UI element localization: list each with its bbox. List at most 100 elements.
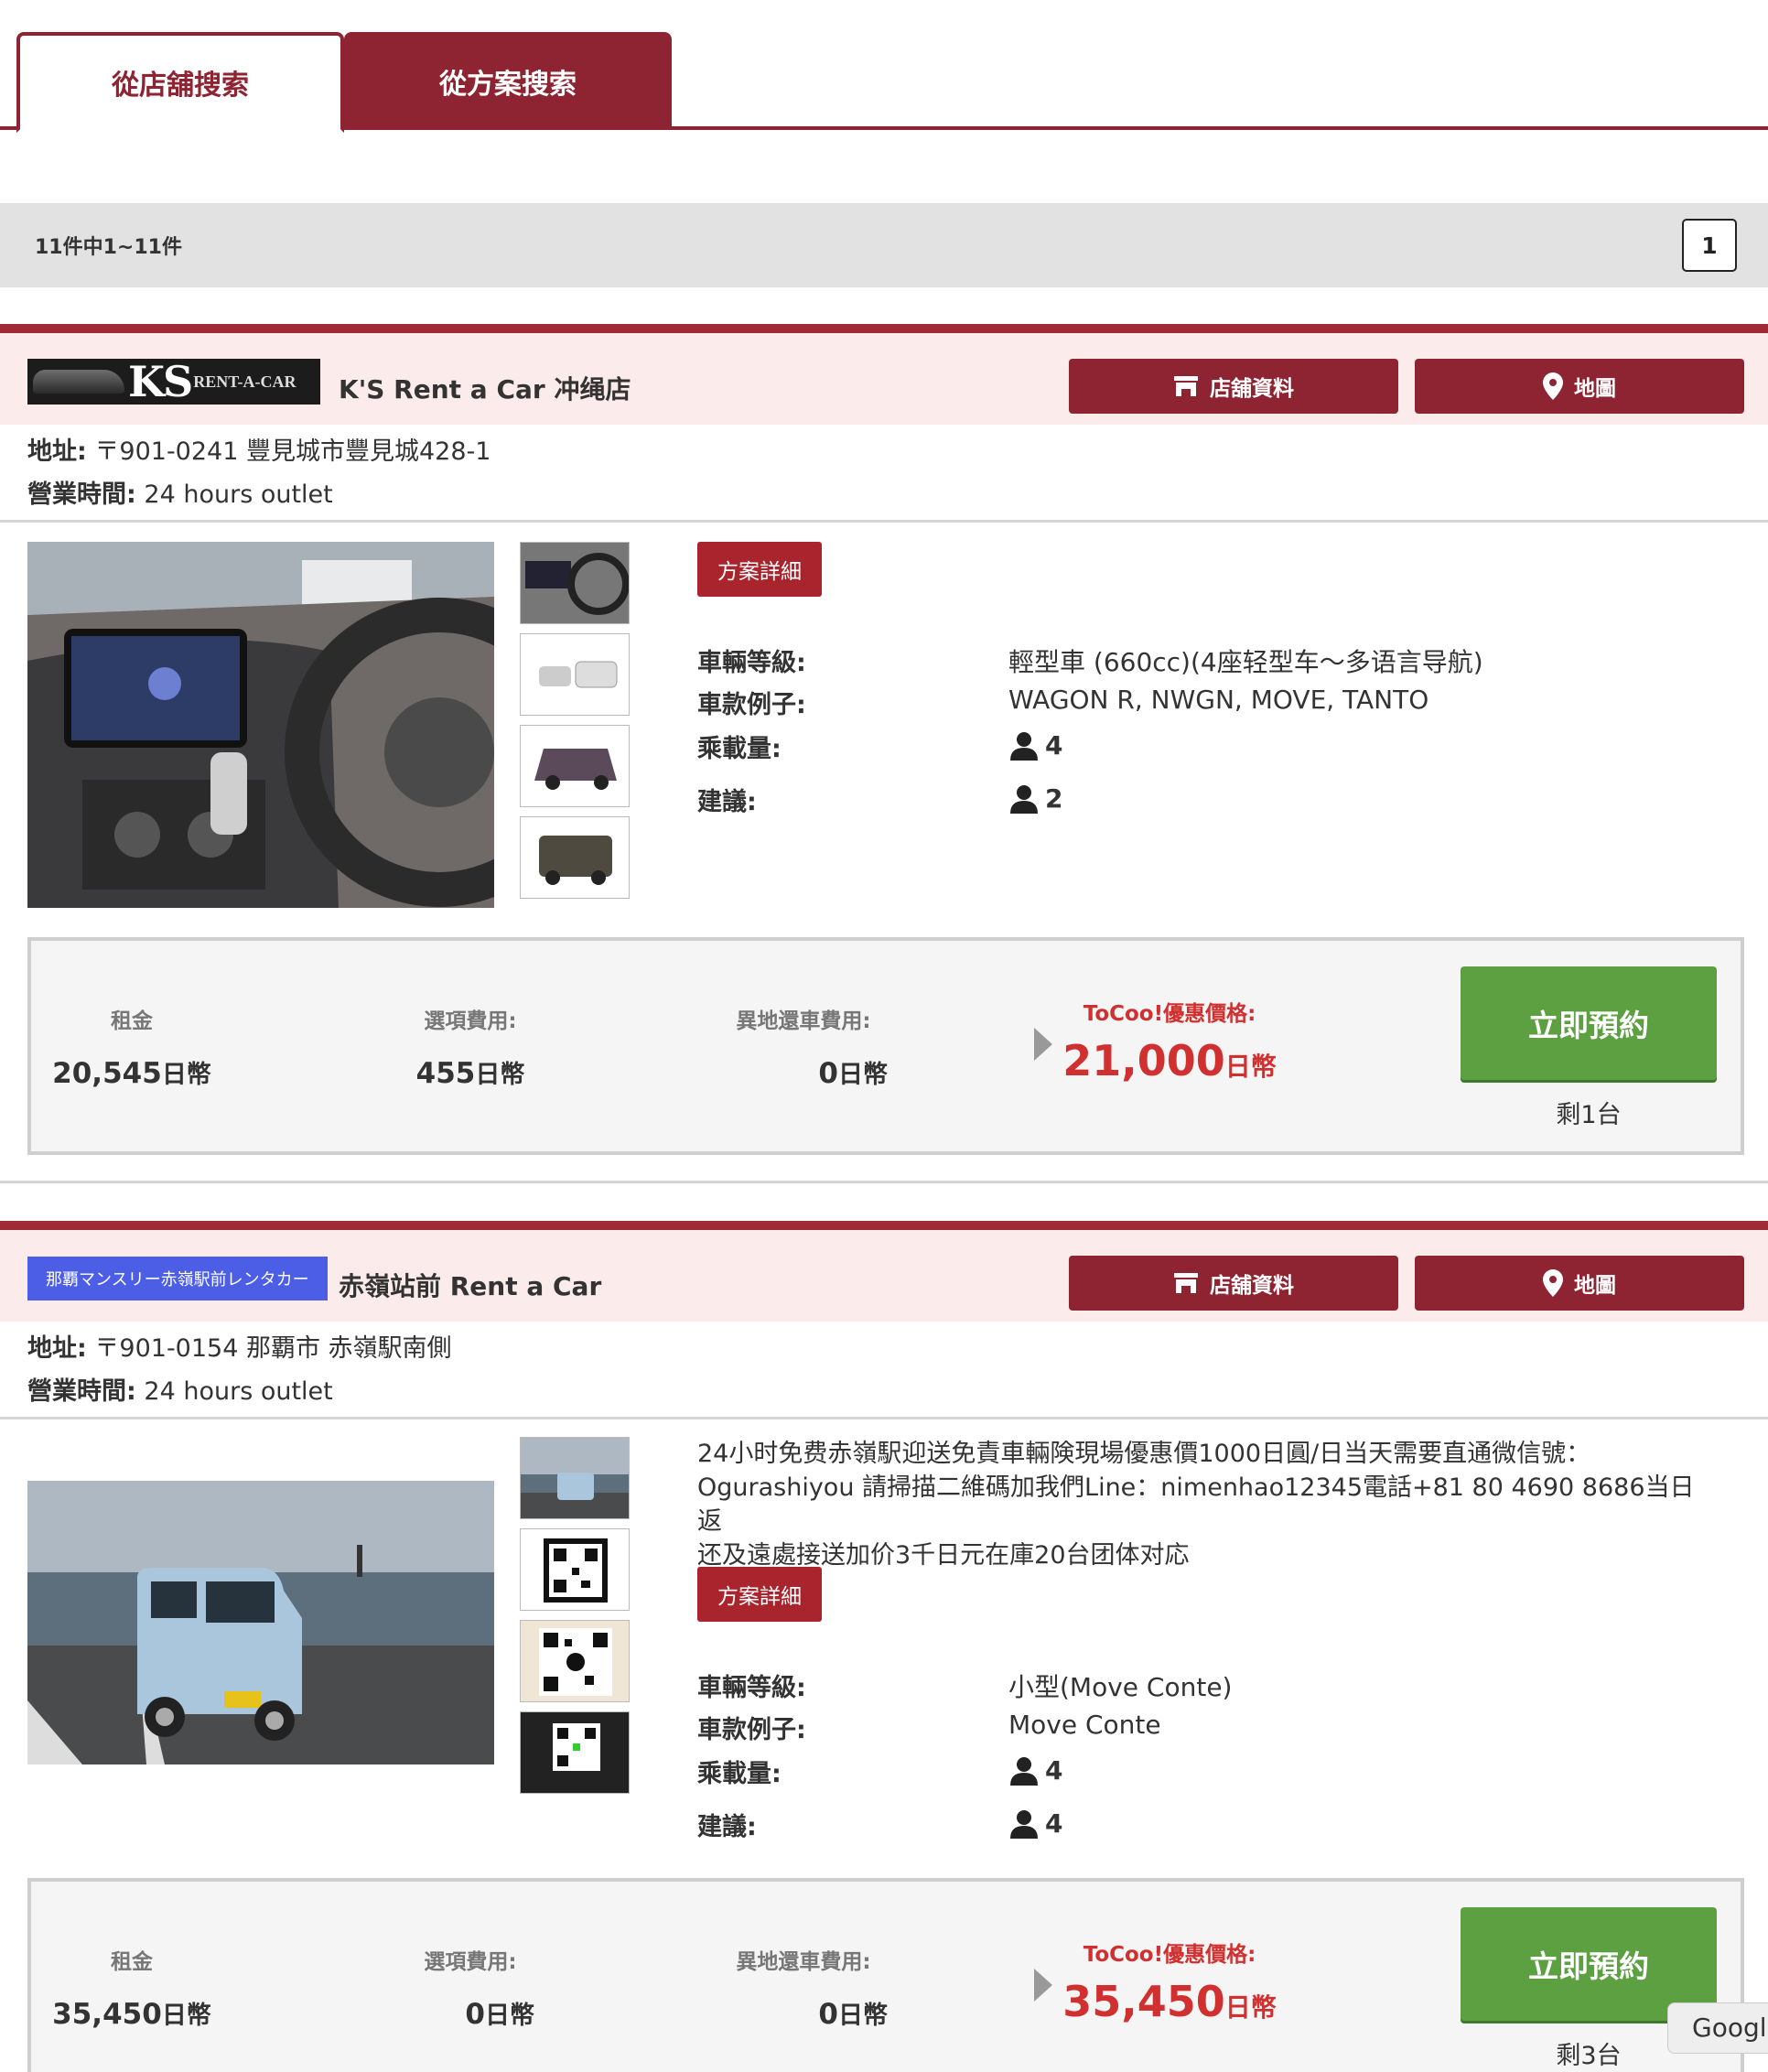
map-pin-icon (1543, 1269, 1563, 1297)
shop-card: KS RENT-A-CAR K'S Rent a Car 冲绳店 店舖資料 地圖 … (0, 324, 1768, 1184)
plan-detail-button[interactable]: 方案詳細 (697, 1567, 822, 1622)
spec-class-label: 車輛等級: (697, 1674, 806, 1702)
dropoff-value: 0日幣 (818, 1998, 888, 2031)
tab-plan-search[interactable]: 從方案搜索 (344, 32, 672, 130)
hours-label: 營業時間: (27, 480, 136, 509)
option-label: 選項費用: (424, 1009, 517, 1033)
rent-column: 租金 35,450日幣 (40, 1944, 223, 2031)
spec-example-label: 車款例子: (697, 1716, 806, 1744)
shop-info: 地址: 〒901-0154 那覇市 赤嶺駅南側 營業時間: 24 hours o… (27, 1327, 452, 1413)
divider (0, 520, 1768, 523)
store-icon (1174, 376, 1198, 396)
thumbnail[interactable] (520, 725, 630, 807)
store-info-button[interactable]: 店舖資料 (1069, 1256, 1398, 1311)
spec-capacity: 4 (1008, 730, 1062, 767)
hours-label: 營業時間: (27, 1377, 136, 1406)
spec-class: 輕型車 (660cc)(4座轻型车～多语言导航) (1008, 647, 1483, 677)
results-bar: 11件中1~11件 1 (0, 203, 1768, 287)
tocoo-price-label: ToCoo!優惠價格: (1083, 1002, 1256, 1026)
shop-logo: KS RENT-A-CAR (27, 359, 320, 405)
dropoff-column: 異地還車費用: 0日幣 (694, 1944, 913, 2031)
person-icon (1010, 784, 1038, 814)
person-icon (1010, 1809, 1038, 1839)
dropoff-value: 0日幣 (818, 1057, 888, 1090)
spec-class-label: 車輛等級: (697, 649, 806, 677)
car-main-photo[interactable] (27, 542, 494, 908)
thumbnail[interactable] (520, 1437, 630, 1519)
spec-example-label: 車款例子: (697, 691, 806, 719)
thumbnail[interactable] (520, 633, 630, 716)
shop-header: KS RENT-A-CAR K'S Rent a Car 冲绳店 店舖資料 地圖 (0, 324, 1768, 425)
map-button[interactable]: 地圖 (1415, 1256, 1744, 1311)
price-box: 租金 35,450日幣 選項費用: 0日幣 異地還車費用: 0日幣 ToCoo!… (27, 1878, 1744, 2072)
spec-example: WAGON R, NWGN, MOVE, TANTO (1008, 685, 1429, 715)
spec-capacity-label: 乘載量: (697, 735, 782, 763)
shop-info: 地址: 〒901-0241 豐見城市豐見城428-1 營業時間: 24 hour… (27, 430, 491, 516)
hours: 24 hours outlet (144, 1377, 333, 1406)
dropoff-column: 異地還車費用: 0日幣 (694, 1003, 913, 1090)
arrow-right-icon (1034, 1969, 1052, 2002)
spec-recommend: 2 (1008, 783, 1062, 820)
option-value: 0日幣 (465, 1998, 534, 2031)
tocoo-price-column: ToCoo!優惠價格: 35,450日幣 (1060, 1937, 1279, 2026)
search-tabs: 從方案搜索 從店舖搜索 (0, 0, 1768, 133)
tocoo-price-label: ToCoo!優惠價格: (1083, 1943, 1256, 1967)
store-info-button[interactable]: 店舖資料 (1069, 359, 1398, 414)
qr-code-thumbnail[interactable] (520, 1711, 630, 1794)
tocoo-price: 21,000日幣 (1062, 1036, 1277, 1085)
tocoo-price: 35,450日幣 (1062, 1977, 1277, 2026)
shop-card: 那覇マンスリー赤嶺駅前レンタカー 赤嶺站前 Rent a Car 店舖資料 地圖… (0, 1221, 1768, 2072)
thumbnail-list (520, 1437, 630, 1803)
shop-logo: 那覇マンスリー赤嶺駅前レンタカー (27, 1256, 328, 1301)
spec-class: 小型(Move Conte) (1008, 1672, 1233, 1702)
tab-plan-label: 從方案搜索 (439, 68, 577, 101)
address-label: 地址: (27, 1334, 87, 1363)
divider (0, 1181, 1768, 1183)
shop-name[interactable]: 赤嶺站前 Rent a Car (339, 1267, 601, 1303)
dropoff-label: 異地還車費用: (736, 1950, 871, 1974)
address-label: 地址: (27, 437, 87, 466)
divider (0, 1417, 1768, 1419)
map-pin-icon (1543, 372, 1563, 400)
map-button[interactable]: 地圖 (1415, 359, 1744, 414)
address: 〒901-0241 豐見城市豐見城428-1 (94, 437, 491, 466)
shop-name[interactable]: K'S Rent a Car 冲绳店 (339, 370, 631, 406)
spec-capacity: 4 (1008, 1755, 1062, 1792)
qr-code-thumbnail[interactable] (520, 1620, 630, 1702)
shop-header: 那覇マンスリー赤嶺駅前レンタカー 赤嶺站前 Rent a Car 店舖資料 地圖 (0, 1221, 1768, 1322)
rent-label: 租金 (111, 1950, 153, 1974)
remaining-count: 剩1台 (1556, 1101, 1622, 1129)
price-box: 租金 20,545日幣 選項費用: 455日幣 異地還車費用: 0日幣 ToCo… (27, 937, 1744, 1155)
hours: 24 hours outlet (144, 480, 333, 509)
option-value: 455日幣 (415, 1057, 525, 1090)
spec-recommend-label: 建議: (697, 788, 757, 816)
rent-label: 租金 (111, 1009, 153, 1033)
thumbnail-list (520, 542, 630, 908)
option-column: 選項費用: 0日幣 (379, 1944, 562, 2031)
qr-code-thumbnail[interactable] (520, 1528, 630, 1611)
result-count: 11件中1~11件 (35, 236, 182, 259)
plan-detail-button[interactable]: 方案詳細 (697, 542, 822, 597)
dropoff-label: 異地還車費用: (736, 1009, 871, 1033)
tocoo-price-column: ToCoo!優惠價格: 21,000日幣 (1060, 996, 1279, 1085)
rent-value: 35,450日幣 (52, 1998, 211, 2031)
rent-column: 租金 20,545日幣 (40, 1003, 223, 1090)
page-button-1[interactable]: 1 (1682, 219, 1737, 272)
thumbnail[interactable] (520, 542, 630, 624)
store-icon (1174, 1273, 1198, 1293)
spec-recommend: 4 (1008, 1808, 1062, 1845)
tab-store-search[interactable]: 從店舖搜索 (16, 32, 344, 133)
spec-example: Move Conte (1008, 1710, 1161, 1740)
arrow-right-icon (1034, 1028, 1052, 1061)
address: 〒901-0154 那覇市 赤嶺駅南側 (94, 1334, 452, 1363)
car-main-photo[interactable] (27, 1481, 494, 1764)
tab-store-label: 從店舖搜索 (112, 70, 249, 102)
rent-value: 20,545日幣 (52, 1057, 211, 1090)
option-label: 選項費用: (424, 1950, 517, 1974)
spec-recommend-label: 建議: (697, 1813, 757, 1841)
person-icon (1010, 731, 1038, 761)
person-icon (1010, 1756, 1038, 1786)
google-translate-badge[interactable]: Google (1667, 2002, 1768, 2054)
book-now-button[interactable]: 立即預約 (1461, 966, 1717, 1080)
thumbnail[interactable] (520, 816, 630, 899)
